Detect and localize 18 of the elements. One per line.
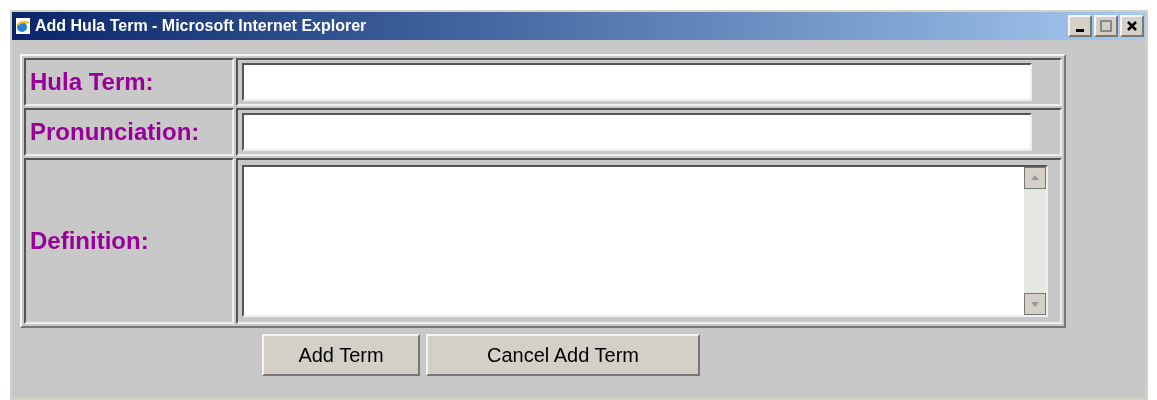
scroll-bar[interactable] [1024,167,1046,315]
scroll-down-icon[interactable] [1024,293,1046,315]
maximize-button[interactable] [1094,15,1118,37]
scroll-up-icon[interactable] [1024,167,1046,189]
text-input-field[interactable] [242,63,1032,101]
field-label: Definition: [24,158,234,324]
text-input-field[interactable] [242,113,1032,151]
field-label: Hula Term: [24,58,234,106]
minimize-button[interactable] [1068,15,1092,37]
form-button[interactable]: Cancel Add Term [426,334,700,376]
close-icon [1126,20,1138,32]
close-button[interactable] [1120,15,1144,37]
browser-logo-icon [14,17,32,35]
minimize-icon [1076,28,1084,32]
form-button[interactable]: Add Term [262,334,420,376]
maximize-icon [1100,20,1112,32]
field-label: Pronunciation: [24,108,234,156]
window-title: Add Hula Term - Microsoft Internet Explorer [35,16,367,36]
